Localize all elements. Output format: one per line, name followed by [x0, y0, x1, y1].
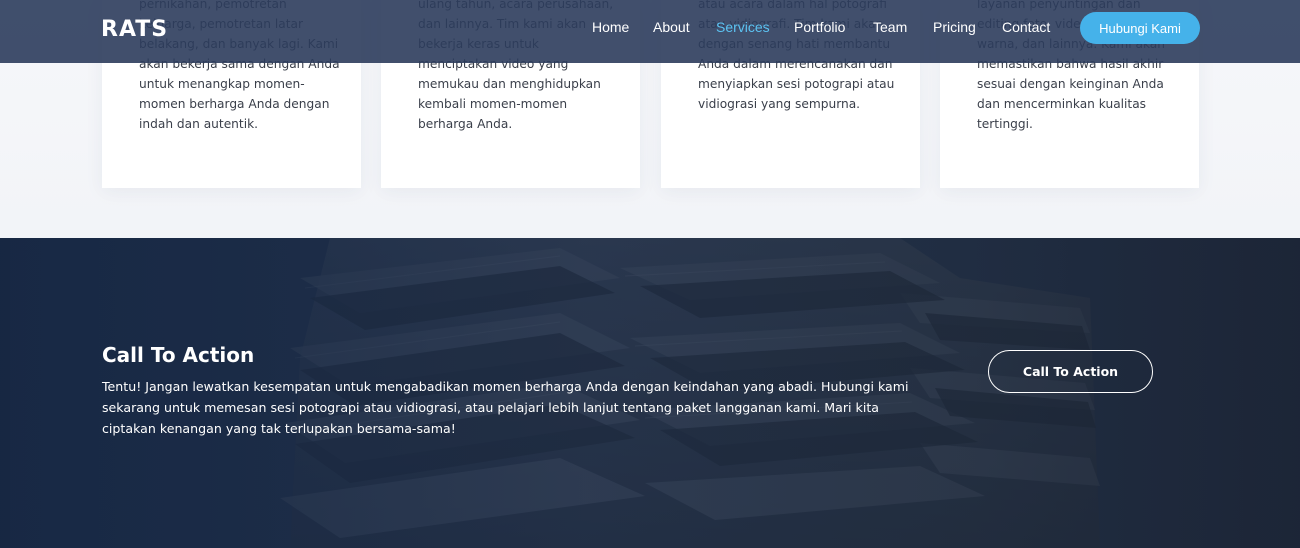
nav-pricing[interactable]: Pricing: [933, 19, 976, 35]
call-to-action-button[interactable]: Call To Action: [988, 350, 1153, 393]
cta-description: Tentu! Jangan lewatkan kesempatan untuk …: [102, 379, 909, 436]
hubungi-kami-button[interactable]: Hubungi Kami: [1080, 12, 1200, 44]
site-header: RATS Home About Services Portfolio Team …: [0, 0, 1300, 63]
nav-contact[interactable]: Contact: [1002, 19, 1050, 35]
nav-home[interactable]: Home: [592, 19, 629, 35]
nav-portfolio[interactable]: Portfolio: [794, 19, 845, 35]
nav-team[interactable]: Team: [873, 19, 907, 35]
nav-about[interactable]: About: [653, 19, 690, 35]
nav-services[interactable]: Services: [716, 19, 770, 35]
cta-title: Call To Action: [102, 343, 255, 367]
call-to-action-section: Call To Action Tentu! Jangan lewatkan ke…: [0, 238, 1300, 548]
site-logo[interactable]: RATS: [101, 17, 168, 42]
